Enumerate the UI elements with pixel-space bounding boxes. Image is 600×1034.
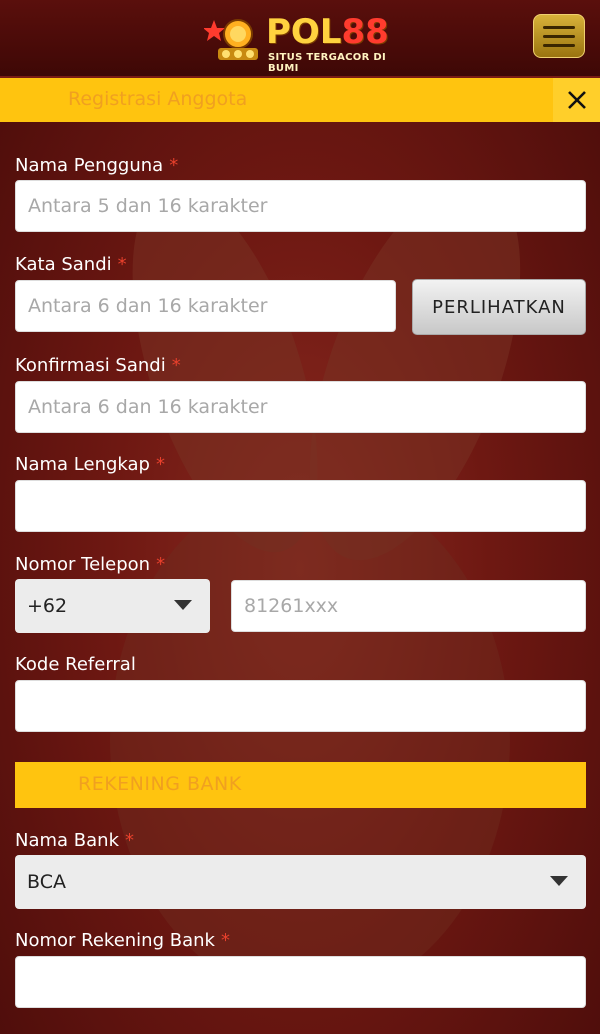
- full-name-input[interactable]: [15, 480, 586, 532]
- hamburger-icon: [543, 35, 575, 38]
- bank-name-select[interactable]: BCA: [15, 855, 586, 909]
- hamburger-icon: [543, 44, 575, 47]
- bank-section-header: REKENING BANK: [15, 762, 586, 808]
- username-label: Nama Pengguna *: [15, 155, 179, 176]
- account-number-label: Nomor Rekening Bank *: [15, 930, 230, 951]
- username-input[interactable]: [15, 180, 586, 232]
- confirm-password-label: Konfirmasi Sandi *: [15, 355, 181, 376]
- chevron-down-icon: [550, 876, 568, 886]
- account-number-input[interactable]: [15, 956, 586, 1008]
- hamburger-icon: [543, 26, 575, 29]
- menu-button[interactable]: [533, 14, 585, 58]
- country-code-value: +62: [27, 595, 68, 617]
- site-logo[interactable]: POL88 SITUS TERGACOR DI BUMI: [200, 10, 400, 74]
- password-input[interactable]: [15, 280, 396, 332]
- page-title: Registrasi Anggota: [68, 88, 248, 110]
- phone-label: Nomor Telepon *: [15, 554, 166, 575]
- logo-emblem-icon: [204, 19, 258, 60]
- site-header: POL88 SITUS TERGACOR DI BUMI: [0, 0, 600, 78]
- phone-input[interactable]: [231, 580, 586, 632]
- password-label: Kata Sandi *: [15, 254, 127, 275]
- referral-label: Kode Referral: [15, 654, 136, 675]
- close-button[interactable]: [553, 78, 600, 122]
- logo-wordmark: POL88: [266, 12, 389, 52]
- bank-name-label: Nama Bank *: [15, 830, 134, 851]
- close-icon: [567, 91, 586, 109]
- referral-input[interactable]: [15, 680, 586, 732]
- section-title: REKENING BANK: [78, 773, 242, 795]
- full-name-label: Nama Lengkap *: [15, 454, 165, 475]
- logo-tagline: SITUS TERGACOR DI BUMI: [268, 52, 386, 74]
- country-code-select[interactable]: +62: [15, 579, 210, 633]
- show-password-button[interactable]: PERLIHATKAN: [412, 279, 586, 335]
- registration-title-bar: Registrasi Anggota: [0, 78, 600, 122]
- bank-name-value: BCA: [27, 871, 66, 893]
- background-decoration: [110, 480, 510, 1000]
- chevron-down-icon: [174, 600, 192, 610]
- confirm-password-input[interactable]: [15, 381, 586, 433]
